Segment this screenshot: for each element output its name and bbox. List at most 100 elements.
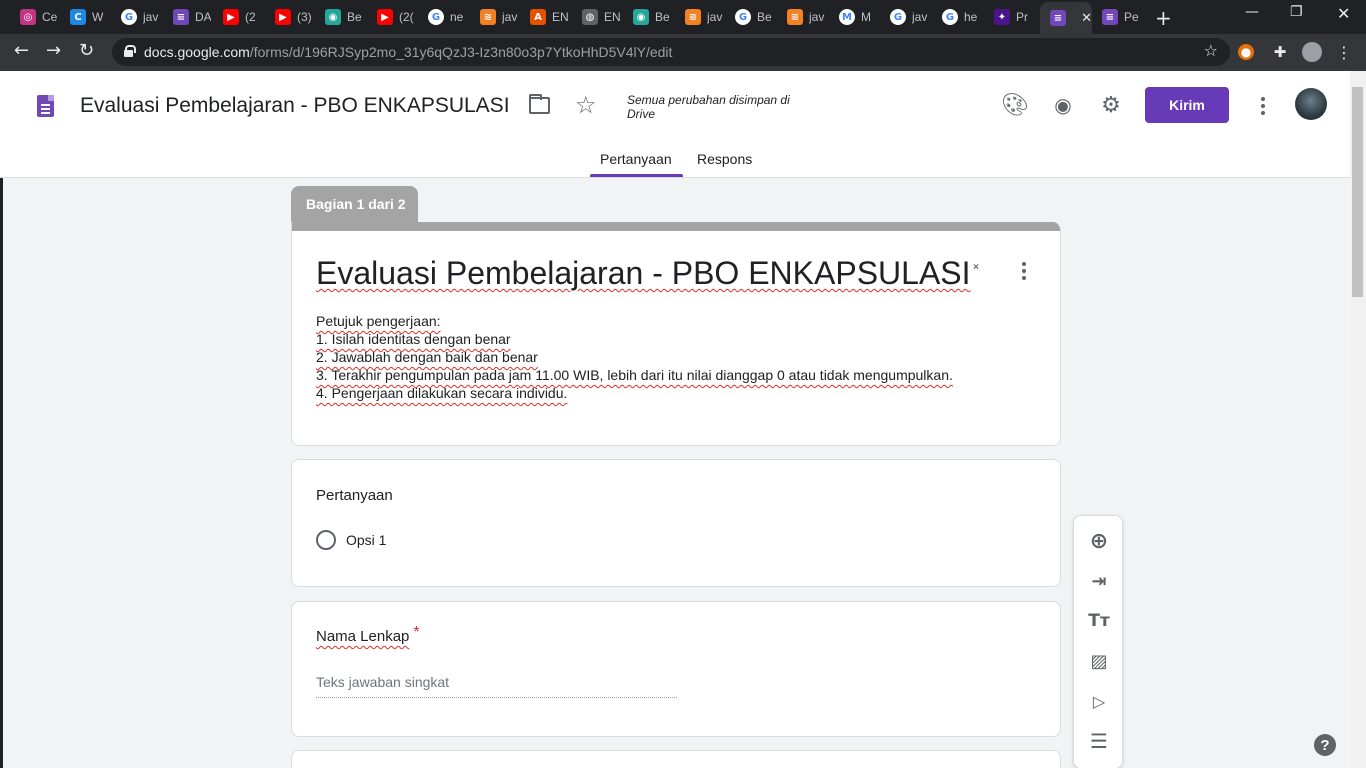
browser-tab-label: ne [450,10,464,24]
browser-tab[interactable]: ≋ jav [470,4,518,30]
browser-tab[interactable]: ≡ Pe [1092,4,1140,30]
instagram-icon: ◎ [20,9,36,25]
form-title[interactable]: Evaluasi Pembelajaran - PBO ENKAPSULASI [316,255,971,292]
question-card[interactable]: Nama Lenkap * Teks jawaban singkat [291,601,1061,737]
browser-tab[interactable]: ≋ jav [777,4,825,30]
site-icon: A [530,9,546,25]
avatar[interactable] [1295,88,1327,120]
add-video-icon[interactable]: ▷ [1087,689,1111,713]
browser-tab[interactable]: ≋ jav [675,4,723,30]
restore-icon[interactable]: ❐ [1290,4,1303,20]
browser-tab[interactable]: Gjav [880,4,928,30]
browser-tab[interactable]: ◉ Be [315,4,363,30]
browser-tab[interactable]: ◍ EN [572,4,620,30]
browser-tab[interactable]: ▶ (2 [213,4,261,30]
browser-tab-label: he [964,10,978,24]
stackoverflow-icon: ≋ [685,9,701,25]
browser-tab[interactable]: ◉ Be [623,4,671,30]
site-icon: ◉ [633,9,649,25]
profile-avatar[interactable] [1302,42,1322,62]
form-header-card[interactable]: Evaluasi Pembelajaran - PBO ENKAPSULASI … [291,222,1061,446]
browser-tab[interactable]: ✦ Pr [984,4,1032,30]
tab-responses[interactable]: Respons [697,151,752,167]
browser-tab[interactable]: Gne [418,4,466,30]
add-title-icon[interactable]: Tт [1087,609,1111,633]
star-icon[interactable]: ☆ [575,91,597,119]
browser-tab-label: Ce [42,10,58,24]
close-tab-icon[interactable]: ✕ [1081,10,1092,26]
collapse-section-icon[interactable]: ⌄ ⌃ [969,257,983,279]
browser-tab[interactable]: A EN [520,4,568,30]
question-card[interactable]: Pertanyaan Opsi 1 [291,459,1061,587]
google-forms-logo[interactable] [37,95,54,117]
browser-tab-label: jav [707,10,723,24]
forward-icon[interactable]: → [46,40,61,61]
section-more-icon[interactable] [1022,262,1026,280]
browser-tab[interactable]: CW [60,4,108,30]
browser-tab-strip: + — ❐ ✕ ◎ Ce C W Gjav ≡ DA ▶ (2 ▶ (3) ◉ Be ▶ (2(Gne ≋ ja… [0,0,1366,34]
browser-tab[interactable]: ▶ (3) [265,4,313,30]
add-image-icon[interactable]: ▨ [1087,649,1111,673]
reload-icon[interactable]: ↻ [79,40,94,61]
browser-menu-icon[interactable]: ⋮ [1334,42,1354,62]
preview-eye-icon[interactable]: ◉ [1051,93,1075,117]
github-icon: G [735,9,751,25]
settings-gear-icon[interactable]: ⚙ [1099,93,1123,118]
help-icon[interactable]: ? [1314,734,1336,756]
browser-tab[interactable]: Gjav [111,4,159,30]
url-text: docs.google.com/forms/d/196RJSyp2mo_31y6… [144,44,673,60]
minimize-icon[interactable]: — [1245,4,1259,20]
browser-tab-label: jav [502,10,518,24]
send-button[interactable]: Kirim [1145,87,1229,123]
more-options-icon[interactable] [1261,97,1265,115]
address-bar[interactable]: docs.google.com/forms/d/196RJSyp2mo_31y6… [112,38,1230,66]
google-icon: G [428,9,444,25]
browser-tab-label: Pe [1124,10,1139,24]
bookmark-star-icon[interactable]: ☆ [1204,41,1218,60]
browser-tab-label: jav [143,10,159,24]
save-status: Semua perubahan disimpan di Drive [627,93,790,121]
browser-tab[interactable]: ≡ DA [163,4,211,30]
youtube-icon: ▶ [377,9,393,25]
browser-tab-label: EN [604,10,620,24]
site-icon: ◉ [325,9,341,25]
import-questions-icon[interactable]: ⇥ [1087,569,1111,593]
google-icon: G [890,9,906,25]
question-title[interactable]: Pertanyaan [316,487,393,504]
forms-icon: ≡ [1050,10,1066,26]
description-line: 1. Isilah identitas dengan benar [316,331,511,347]
tab-questions[interactable]: Pertanyaan [600,151,672,167]
stackoverflow-icon: ≋ [787,9,803,25]
browser-tab[interactable]: MM [829,4,877,30]
extension-fox-icon[interactable]: ● [1238,44,1254,60]
back-icon[interactable]: ← [14,40,29,61]
form-description[interactable]: Petujuk pengerjaan: 1. Isilah identitas d… [316,312,953,402]
description-line: Petujuk pengerjaan: [316,313,441,329]
scrollbar-thumb[interactable] [1352,87,1363,297]
browser-tab[interactable]: Ghe [932,4,980,30]
question-card[interactable] [291,750,1061,768]
extensions-puzzle-icon[interactable]: ✚ [1270,42,1290,62]
option-label[interactable]: Opsi 1 [346,532,386,548]
browser-tab[interactable]: ◎ Ce [10,4,58,30]
description-line: 4. Pengerjaan dilakukan secara individu. [316,385,568,401]
document-title[interactable]: Evaluasi Pembelajaran - PBO ENKAPSULASI [80,94,510,118]
browser-tab-label: M [861,10,871,24]
browser-tab[interactable]: G Be [725,4,773,30]
medium-icon: M [839,9,855,25]
add-question-icon[interactable]: ⊕ [1087,529,1111,554]
browser-tab[interactable]: ▶ (2( [367,4,415,30]
close-window-icon[interactable]: ✕ [1337,4,1350,23]
active-tab-indicator [590,174,683,177]
forms-icon: ≡ [1102,9,1118,25]
add-section-icon[interactable]: ☰ [1087,729,1111,753]
question-title[interactable]: Nama Lenkap * [316,624,420,646]
radio-button[interactable] [316,530,336,550]
new-tab-button[interactable]: + [1155,6,1172,30]
folder-icon[interactable] [529,94,550,114]
browser-tab[interactable]: ≡ ✕ [1040,2,1092,34]
palette-icon[interactable]: 🎨︎ [1001,93,1029,118]
youtube-icon: ▶ [223,9,239,25]
browser-tab-label: W [92,10,104,24]
browser-tab-label: jav [809,10,825,24]
